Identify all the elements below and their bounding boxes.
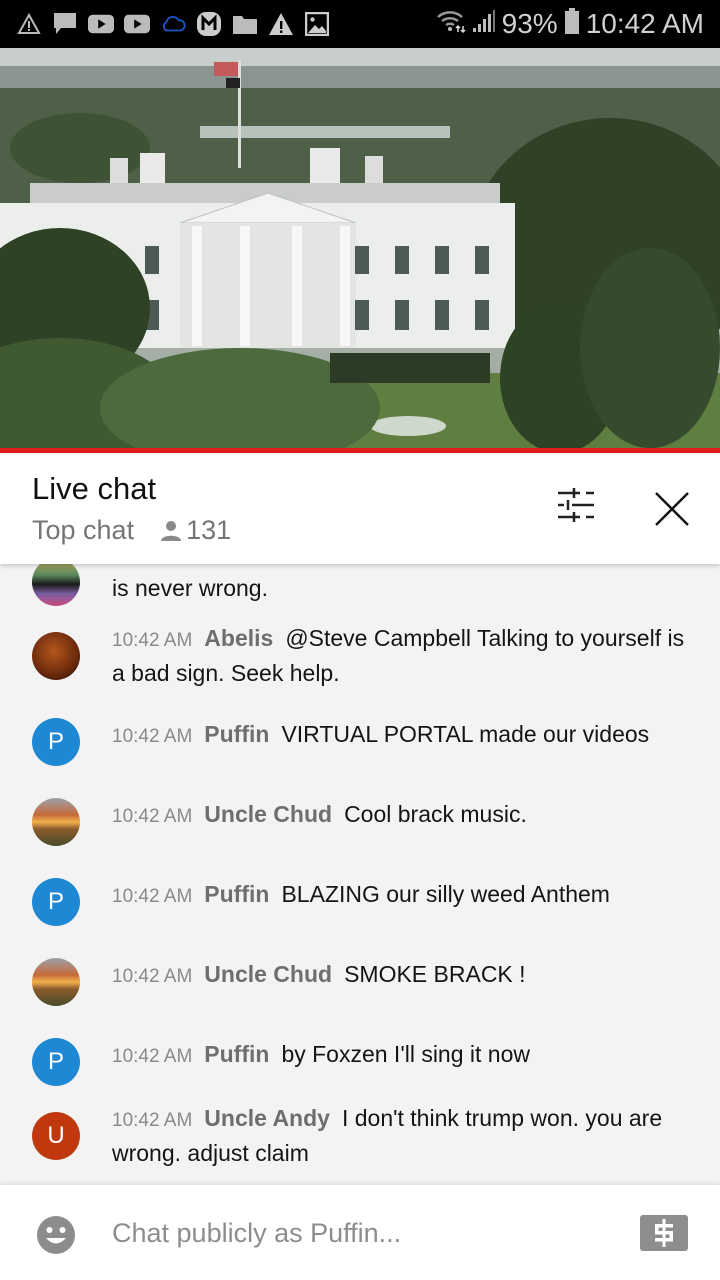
avatar[interactable] (32, 958, 80, 1006)
chat-header: Live chat Top chat 131 (0, 453, 720, 564)
folder-icon (232, 12, 258, 36)
avatar[interactable]: U (32, 1112, 80, 1160)
chat-mode-selector[interactable]: Top chat 131 (32, 515, 231, 546)
clock: 10:42 AM (585, 8, 704, 39)
message-body: 10:42 AM Puffin VIRTUAL PORTAL made our vi… (112, 718, 696, 753)
avatar[interactable]: P (32, 878, 80, 926)
battery-icon (564, 7, 580, 42)
chat-message-input[interactable] (112, 1211, 592, 1255)
super-chat-button[interactable] (640, 1215, 688, 1251)
message-author[interactable]: Puffin (204, 881, 269, 907)
cloud-icon (160, 12, 186, 36)
message-body: 10:42 AM Abelis @Steve Campbell Talking to… (112, 622, 696, 689)
message-text: is never wrong. (112, 575, 268, 601)
status-bar: 93% 10:42 AM (0, 0, 720, 48)
m-app-icon (196, 12, 222, 36)
close-icon (655, 492, 689, 526)
message-text: by Foxzen I'll sing it now (281, 1041, 530, 1067)
avatar[interactable] (32, 558, 80, 606)
message-time: 10:42 AM (112, 886, 193, 907)
dollar-icon (655, 1219, 673, 1247)
message-text: VIRTUAL PORTAL made our videos (281, 721, 650, 747)
chat-mode-label: Top chat (32, 515, 135, 545)
close-chat-button[interactable] (650, 487, 694, 531)
message-time: 10:42 AM (112, 726, 193, 747)
smiley-icon (37, 1216, 75, 1254)
message-time: 10:42 AM (112, 806, 193, 827)
youtube-icon (124, 12, 150, 36)
chat-message-list[interactable]: 10:41 AMEaglette is never wrong. 10:42 A… (0, 540, 720, 1184)
message-author[interactable]: Uncle Chud (204, 961, 332, 987)
message-icon (52, 12, 78, 36)
sliders-icon (558, 488, 594, 522)
message-time: 10:42 AM (112, 630, 193, 651)
message-text: Cool brack music. (344, 801, 527, 827)
message-body: 10:42 AM Puffin BLAZING our silly weed Ant… (112, 878, 696, 913)
viewer-count-value: 131 (186, 515, 232, 545)
chat-input-bar (0, 1184, 720, 1280)
message-author[interactable]: Uncle Chud (204, 801, 332, 827)
message-body: 10:42 AM Uncle Chud Cool brack music. (112, 798, 696, 833)
chat-title: Live chat (32, 471, 157, 506)
avatar[interactable] (32, 632, 80, 680)
avatar[interactable]: P (32, 718, 80, 766)
avatar[interactable]: P (32, 1038, 80, 1086)
message-time: 10:42 AM (112, 966, 193, 987)
message-body: 10:42 AM Uncle Chud SMOKE BRACK ! (112, 958, 696, 993)
message-text: SMOKE BRACK ! (344, 961, 526, 987)
message-text: BLAZING our silly weed Anthem (281, 881, 610, 907)
battery-percent: 93% (501, 8, 558, 39)
message-author[interactable]: Abelis (204, 625, 273, 651)
message-body: 10:42 AM Puffin by Foxzen I'll sing it now (112, 1038, 696, 1073)
image-icon (304, 12, 330, 36)
alert-outline-icon (16, 12, 42, 36)
youtube-icon (88, 12, 114, 36)
viewer-count: 131 (160, 515, 231, 546)
video-player[interactable] (0, 48, 720, 450)
message-time: 10:42 AM (112, 1110, 193, 1131)
message-text: @Steve Campbell Talking to yourself is a… (112, 625, 685, 686)
wifi-icon (436, 8, 466, 41)
emoji-button[interactable] (36, 1215, 76, 1255)
video-frame-white-house (0, 48, 720, 450)
filter-settings-button[interactable] (552, 487, 600, 527)
signal-icon (472, 8, 496, 40)
avatar[interactable] (32, 798, 80, 846)
message-body: 10:42 AM Uncle Andy I don't think trump wo… (112, 1102, 696, 1169)
message-time: 10:42 AM (112, 1046, 193, 1067)
warning-icon (268, 12, 294, 36)
message-author[interactable]: Uncle Andy (204, 1105, 330, 1131)
person-icon (161, 520, 182, 541)
message-text: I don't think trump won. you are wrong. … (112, 1105, 663, 1166)
message-author[interactable]: Puffin (204, 721, 269, 747)
message-author[interactable]: Puffin (204, 1041, 269, 1067)
